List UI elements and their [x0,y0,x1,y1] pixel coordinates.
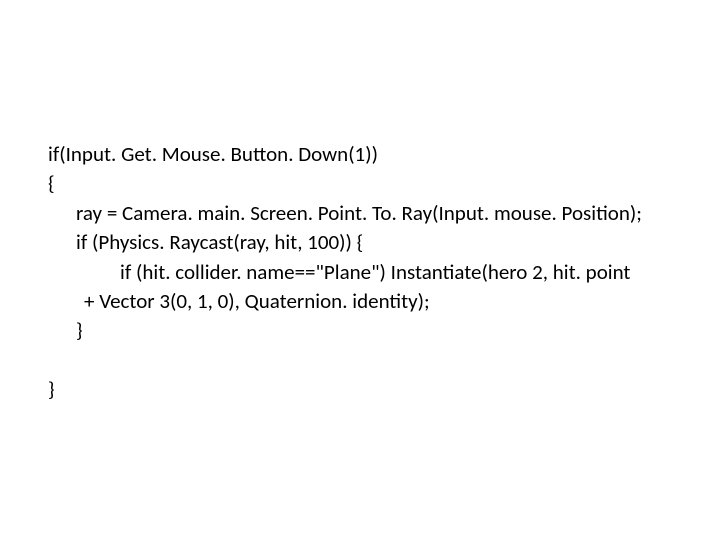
code-line: { [48,169,672,198]
code-line: } [48,316,672,345]
code-block: if(Input. Get. Mouse. Button. Down(1)) {… [48,140,672,405]
code-line: + Vector 3(0, 1, 0), Quaternion. identit… [48,287,672,316]
code-line: if(Input. Get. Mouse. Button. Down(1)) [48,140,672,169]
code-line: ray = Camera. main. Screen. Point. To. R… [48,199,672,228]
code-line [48,346,672,375]
code-line: if (Physics. Raycast(ray, hit, 100)) { [48,228,672,257]
slide-container: if(Input. Get. Mouse. Button. Down(1)) {… [0,0,720,540]
code-line: if (hit. collider. name=="Plane") Instan… [48,258,672,287]
code-line: } [48,375,672,404]
